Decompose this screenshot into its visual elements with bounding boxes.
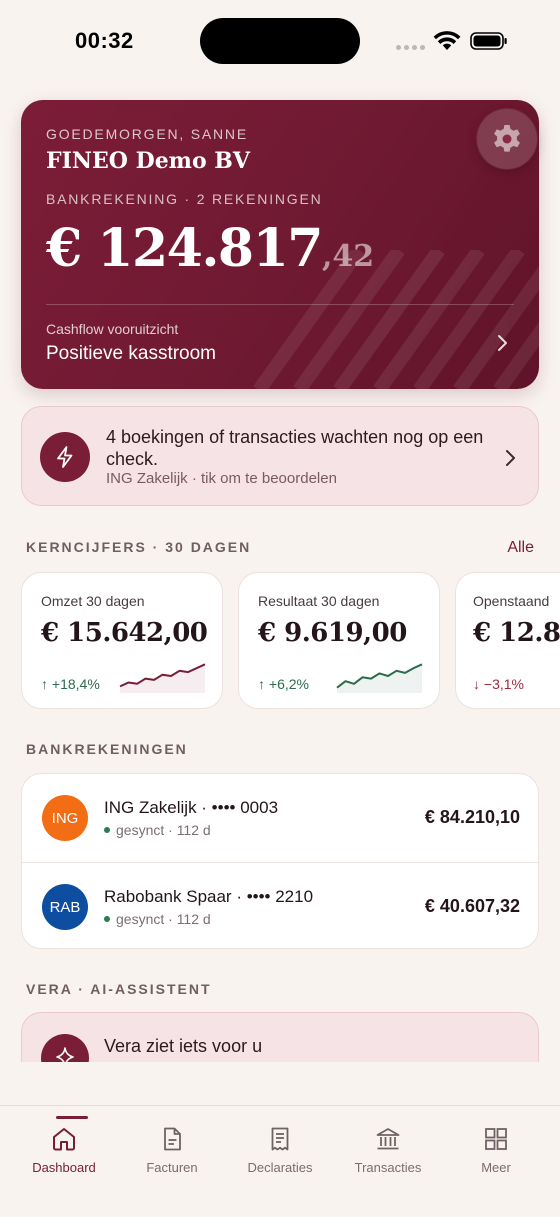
balance-hero-card[interactable]: GOEDEMORGEN, SANNE FINEO Demo BV BANKREK… [21,100,539,389]
kpi-section-title: KERNCIJFERS · 30 DAGEN [26,539,252,555]
kpi-see-all-link[interactable]: Alle [507,539,534,557]
bank-account-row[interactable]: RAB Rabobank Spaar · •••• 2210 gesynct ·… [22,862,538,948]
wifi-icon [433,31,461,50]
tab-label: Meer [481,1160,511,1175]
alert-subtitle: ING Zakelijk · tik om te beoordelen [106,470,337,487]
sync-status-text: gesynct · 112 d [116,911,211,927]
bank-logo: ING [42,795,88,841]
sync-status: gesynct · 112 d [104,822,211,838]
status-bar: 00:32 [0,0,560,84]
pending-review-alert[interactable]: 4 boekingen of transacties wachten nog o… [21,406,539,506]
sync-status: gesynct · 112 d [104,911,211,927]
chevron-right-icon [506,450,515,466]
sync-status-text: gesynct · 112 d [116,822,211,838]
tab-meer[interactable]: Meer [440,1106,552,1186]
status-dot-icon [104,916,110,923]
tab-transacties[interactable]: Transacties [332,1106,444,1186]
status-dot-icon [104,827,110,834]
sparkline-area [120,664,205,693]
bank-section-title: BANKREKENINGEN [26,741,188,757]
bank-account-row[interactable]: ING ING Zakelijk · •••• 0003 gesynct · 1… [22,774,538,862]
status-time: 00:32 [75,28,134,53]
active-tab-indicator [56,1116,88,1119]
balance-cents: ,42 [321,239,375,274]
bank-account-name: Rabobank Spaar · •••• 2210 [104,887,314,906]
divider [46,304,514,305]
kpi-sparkline [336,663,423,693]
tab-facturen[interactable]: Facturen [116,1106,228,1186]
kpi-value: € 9.619,00 [258,618,407,648]
bank-balance: € 84.210,10 [424,807,520,827]
bank-account-name: ING Zakelijk · •••• 0003 [104,798,279,817]
bank-icon [376,1128,400,1150]
battery-icon [470,32,507,50]
kpi-delta: ↓ −3,1% [473,676,524,692]
kpi-delta: ↑ +18,4% [41,676,100,692]
vera-suggestion-card[interactable]: Vera ziet iets voor u [21,1012,539,1062]
document-icon [164,1127,181,1151]
company-name: FINEO Demo BV [46,148,250,174]
tab-label: Transacties [354,1160,422,1175]
tab-declaraties[interactable]: Declaraties [224,1106,336,1186]
kpi-value: € 15.642,00 [41,618,208,648]
bank-account-list: ING ING Zakelijk · •••• 0003 gesynct · 1… [21,773,539,949]
kpi-label: Openstaand [473,593,550,609]
sparkline-area [337,664,422,693]
greeting: GOEDEMORGEN, SANNE [46,126,248,142]
settings-button[interactable] [477,109,537,169]
lightning-icon [40,432,90,482]
bank-balance: € 40.607,32 [424,896,520,916]
home-icon [53,1128,75,1151]
dynamic-island [200,18,360,64]
kpi-sparkline [119,663,206,693]
total-balance: € 124.817,42 [46,218,374,279]
kpi-label: Omzet 30 dagen [41,593,145,609]
vera-section-title: VERA · AI-ASSISTENT [26,981,212,997]
kpi-card-revenue[interactable]: Omzet 30 dagen € 15.642,00 ↑ +18,4% [21,572,223,709]
sparkle-icon [41,1034,89,1062]
kpi-delta: ↑ +6,2% [258,676,309,692]
grid-icon [485,1128,507,1150]
account-summary: BANKREKENING · 2 REKENINGEN [46,191,323,207]
gear-icon [494,125,520,152]
cashflow-label: Cashflow vooruitzicht [46,321,179,337]
kpi-value: € 12.8 [473,618,560,648]
kpi-label: Resultaat 30 dagen [258,593,380,609]
bottom-tab-bar: Dashboard Facturen Declaraties Transacti… [0,1105,560,1217]
tab-label: Dashboard [32,1160,96,1175]
kpi-card-result[interactable]: Resultaat 30 dagen € 9.619,00 ↑ +6,2% [238,572,440,709]
chevron-right-icon [498,335,507,351]
tab-label: Declaraties [247,1160,313,1175]
cashflow-value: Positieve kasstroom [46,343,217,364]
balance-main: € 124.817 [46,218,323,279]
tab-label: Facturen [146,1160,198,1175]
tab-dashboard[interactable]: Dashboard [8,1106,120,1186]
kpi-card-outstanding[interactable]: Openstaand € 12.8 ↓ −3,1% [455,572,560,709]
bank-logo: RAB [42,884,88,930]
receipt-icon [271,1127,289,1151]
alert-title: 4 boekingen of transacties wachten nog o… [106,427,484,469]
cellular-signal-icon [396,45,425,50]
vera-title: Vera ziet iets voor u [104,1036,263,1056]
